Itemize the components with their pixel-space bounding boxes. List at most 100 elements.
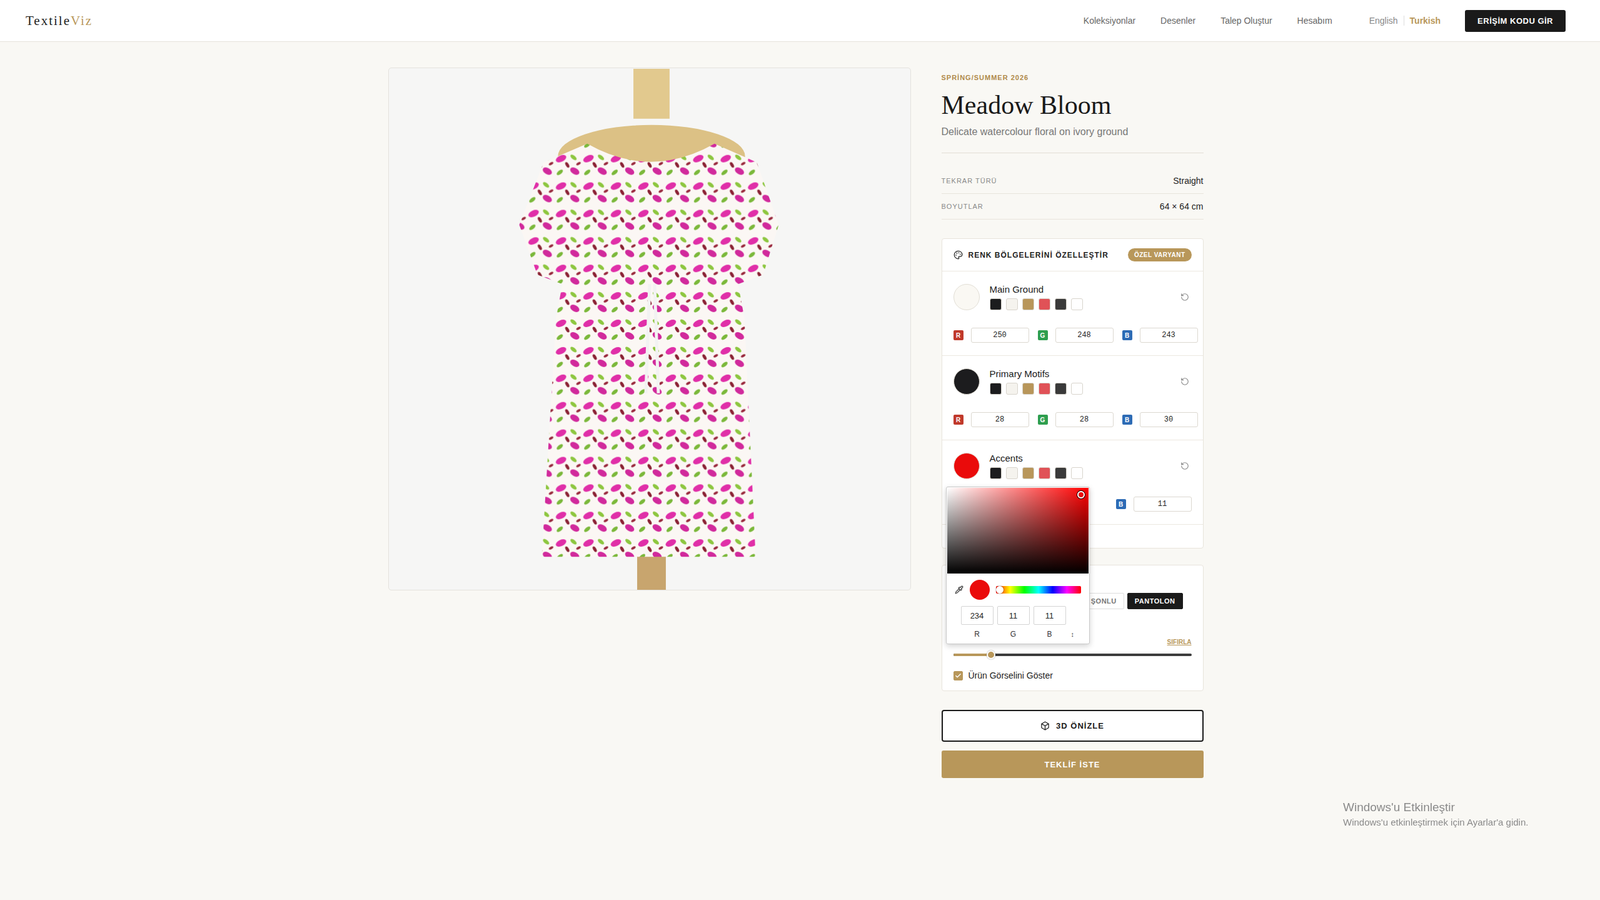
checkbox[interactable]	[953, 670, 963, 681]
product-subtitle: Delicate watercolour floral on ivory gro…	[941, 126, 1204, 154]
hue-slider[interactable]	[996, 585, 1082, 594]
channel-input[interactable]: 28	[971, 412, 1030, 428]
region-name: Accents	[989, 452, 1168, 464]
preset-swatches	[989, 382, 1168, 395]
spec-label: BOYUTLAR	[941, 202, 984, 211]
preset-swatch[interactable]	[989, 298, 1002, 311]
color-region: AccentsB11234R11G11B↕	[942, 440, 1203, 525]
preview-3d-button[interactable]: 3D ÖNİZLE	[941, 709, 1204, 742]
picker-field: 11 G	[997, 605, 1030, 639]
channel-input[interactable]: 243	[1139, 327, 1198, 343]
customizer-title: RENK BÖLGELERİNİ ÖZELLEŞTİR	[953, 250, 1109, 260]
nav-link[interactable]: Hesabım	[1297, 15, 1333, 26]
picker-field: 11B	[1033, 605, 1067, 639]
nav-link[interactable]: Koleksiyonlar	[1083, 15, 1136, 26]
check-icon	[954, 672, 962, 680]
preset-swatch[interactable]	[1006, 382, 1018, 395]
preset-swatch[interactable]	[1006, 467, 1018, 479]
reset-region-button[interactable]	[1177, 290, 1192, 304]
channel-input[interactable]: 28	[1055, 412, 1114, 428]
preset-swatch[interactable]	[1071, 382, 1083, 395]
access-code-button[interactable]: ERİŞİM KODU GİR	[1464, 10, 1566, 32]
slider-thumb[interactable]	[986, 650, 996, 660]
product-preview	[388, 67, 911, 591]
channel-input[interactable]: 250	[971, 327, 1030, 343]
preset-swatch[interactable]	[1071, 298, 1083, 311]
reset-region-button[interactable]	[1177, 374, 1192, 389]
region-name: Primary Motifs	[989, 368, 1168, 379]
color-customizer: RENK BÖLGELERİNİ ÖZELLEŞTİR ÖZEL VARYANT M…	[941, 238, 1204, 549]
picker-field: 234 R	[961, 605, 994, 639]
product-image	[388, 68, 911, 591]
saturation-handle[interactable]	[1077, 490, 1085, 499]
preset-swatch[interactable]	[1038, 467, 1051, 479]
preset-swatch[interactable]	[989, 382, 1002, 395]
spec-row: TEKRAR TÜRÜStraight	[941, 168, 1204, 194]
nav-link[interactable]: Desenler	[1160, 15, 1196, 26]
language-option[interactable]: Turkish	[1403, 15, 1447, 26]
logo[interactable]: TextileViz	[25, 13, 93, 29]
preset-swatch[interactable]	[1054, 298, 1067, 311]
channel-badge: B	[1116, 498, 1127, 509]
logo-accent: Viz	[70, 13, 93, 29]
garment-tab[interactable]: ŞONLU	[1083, 592, 1125, 609]
top-bar: TextileViz Koleksiyonlar Desenler Talep Olu…	[0, 0, 1600, 42]
watermark-title: Windows'u Etkinleştir	[1343, 800, 1529, 815]
show-product-checkbox[interactable]: Ürün Görselini Göster	[953, 670, 1192, 681]
picker-input[interactable]: 234	[961, 605, 994, 625]
channel-badge: R	[953, 330, 964, 341]
garment-tab[interactable]: PANTOLON	[1127, 592, 1183, 609]
preset-swatch[interactable]	[1022, 467, 1035, 479]
saturation-area[interactable]	[947, 487, 1089, 574]
rgb-field: G 248	[1037, 327, 1114, 343]
rgb-field: B 11	[1116, 496, 1192, 512]
region-swatch[interactable]	[953, 283, 980, 311]
preset-swatch[interactable]	[1038, 298, 1051, 311]
slider-fill	[953, 653, 992, 656]
region-name: Main Ground	[989, 283, 1168, 295]
format-toggle[interactable]: ↕	[1071, 630, 1075, 639]
preset-swatch[interactable]	[989, 467, 1002, 479]
rgb-fields: R28G28B30	[953, 412, 1192, 428]
language-option[interactable]: English	[1363, 15, 1404, 26]
variant-badge: ÖZEL VARYANT	[1127, 248, 1192, 262]
region-swatch[interactable]	[953, 452, 980, 479]
preset-swatch[interactable]	[1054, 382, 1067, 395]
color-region: Primary MotifsR28G28B30	[942, 355, 1203, 441]
picker-label: G	[1010, 629, 1017, 639]
current-color-swatch	[969, 579, 990, 600]
scale-slider[interactable]	[953, 650, 1192, 660]
activation-watermark: Windows'u EtkinleştirWindows'u etkinleşt…	[1343, 800, 1529, 828]
color-picker[interactable]: 234 R 11 G 11B ↕	[945, 486, 1090, 645]
channel-badge: G	[1037, 330, 1048, 341]
customizer-header: RENK BÖLGELERİNİ ÖZELLEŞTİR ÖZEL VARYANT	[942, 238, 1203, 272]
rgb-fields: R250G248B243	[953, 327, 1192, 343]
reset-region-button[interactable]	[1177, 458, 1192, 473]
rgb-field: R 250	[953, 327, 1030, 343]
picker-label: R	[974, 629, 980, 639]
hue-thumb[interactable]	[996, 585, 1004, 594]
main-nav: Koleksiyonlar Desenler Talep Oluştur Hesabı…	[1083, 10, 1566, 32]
channel-badge: G	[1037, 414, 1048, 425]
nav-link[interactable]: Talep Oluştur	[1220, 15, 1272, 26]
preset-swatches	[989, 467, 1168, 479]
preset-swatch[interactable]	[1006, 298, 1018, 311]
picker-input[interactable]: 11	[997, 605, 1030, 625]
preset-swatch[interactable]	[1038, 382, 1051, 395]
picker-input[interactable]: 11	[1033, 605, 1067, 625]
preset-swatch[interactable]	[1054, 467, 1067, 479]
rgb-field: B30	[1122, 412, 1198, 428]
spec-label: TEKRAR TÜRÜ	[941, 176, 998, 185]
spec-row: BOYUTLAR64 × 64 cm	[941, 193, 1204, 220]
channel-input[interactable]: 30	[1139, 412, 1198, 428]
request-quote-button[interactable]: TEKLİF İSTE	[941, 750, 1204, 778]
rgb-field: G 28	[1037, 412, 1114, 428]
region-swatch[interactable]	[953, 368, 980, 395]
channel-input[interactable]: 248	[1055, 327, 1114, 343]
preset-swatch[interactable]	[1022, 298, 1035, 311]
preset-swatch[interactable]	[1022, 382, 1035, 395]
preset-swatch[interactable]	[1071, 467, 1083, 479]
collection-label: SPRİNG/SUMMER 2026	[941, 73, 1204, 82]
eyedropper-icon[interactable]	[954, 585, 964, 594]
channel-input[interactable]: 11	[1133, 496, 1192, 512]
